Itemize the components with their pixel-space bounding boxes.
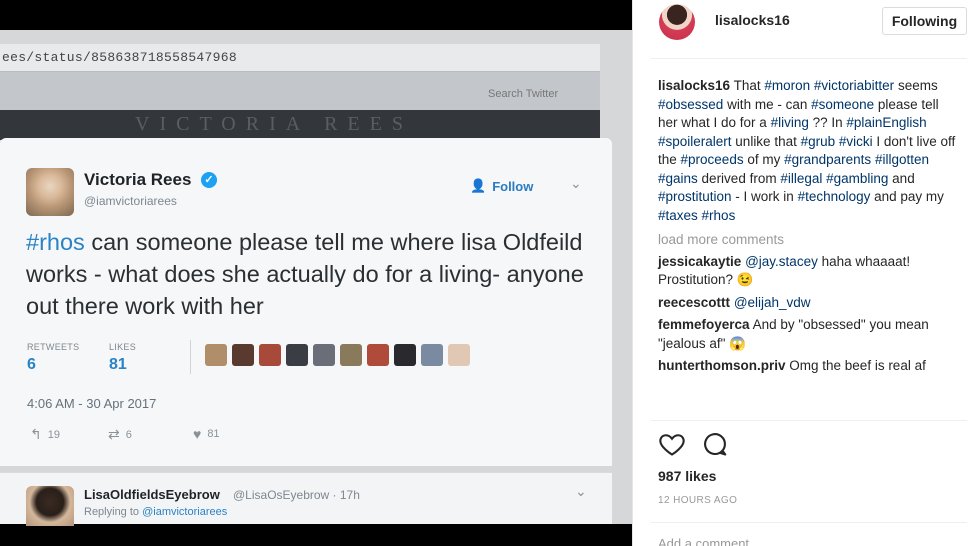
hashtag-link[interactable]: #victoriabitter [814,78,894,93]
comment-username[interactable]: jessicakaytie [658,254,741,269]
liker-avatar [259,344,281,366]
retweet-count: 6 [125,428,132,441]
caption-username[interactable]: lisalocks16 [658,78,730,93]
likes-count: 81 [109,356,127,373]
tweet-hashtag: #rhos [26,229,85,255]
chevron-down-icon: ⌄ [575,483,587,499]
tweet-author-handle: @iamvictoriarees [84,194,177,208]
comment-username[interactable]: reecescottt [658,295,730,310]
comment-item: jessicakaytie @jay.stacey haha whaaaat! … [658,253,960,290]
add-comment-input[interactable]: Add a comment... [658,536,760,546]
banner-text: VICTORIA REES [135,113,413,135]
instagram-panel: lisalocks16 Following lisalocks16 That #… [632,0,970,546]
likes-total[interactable]: 987 likes [658,468,716,484]
hashtag-link[interactable]: #technology [798,189,871,204]
actions-divider [651,420,967,421]
following-button[interactable]: Following [882,7,967,35]
post-caption: lisalocks16 That #moron #victoriabitter … [658,78,956,223]
liker-avatar [286,344,308,366]
follow-label: Follow [492,178,534,194]
hashtag-link[interactable]: #gambling [826,171,888,186]
hashtag-link[interactable]: #obsessed [658,97,723,112]
hashtag-link[interactable]: #spoileralert [658,134,732,149]
comment-divider [651,522,967,523]
replying-prefix: Replying to [84,506,143,518]
tweet-author-name: Victoria Rees [84,170,192,189]
profile-avatar[interactable] [659,4,695,40]
heart-icon: ♥ [193,426,202,442]
comment-username[interactable]: femmefoyerca [658,317,750,332]
reply-action: ↰ 19 [30,426,60,443]
reply-count: 19 [47,428,60,441]
url-text: ees/status/858638718558547968 [2,50,237,65]
retweet-icon: ⇄ [108,426,120,442]
tweet-body: can someone please tell me where lisa Ol… [26,229,584,319]
likers-avatars [205,344,470,366]
comment-bubble-icon[interactable] [701,430,729,458]
hashtag-link[interactable]: #prostitution [658,189,732,204]
tweet-follow-button: 👤 Follow [470,178,533,194]
liker-avatar [367,344,389,366]
browser-url-bar: ees/status/858638718558547968 [0,44,600,72]
comment-username[interactable]: hunterthomson.priv [658,358,786,373]
hashtag-link[interactable]: #taxes [658,208,698,223]
hashtag-link[interactable]: #moron [764,78,810,93]
load-more-comments[interactable]: load more comments [658,231,960,250]
liker-avatar [340,344,362,366]
liker-avatar [421,344,443,366]
profile-username[interactable]: lisalocks16 [715,12,790,28]
reply-author-handle: @LisaOsEyebrow · 17h [233,488,360,502]
comments-list: lisalocks16 That #moron #victoriabitter … [658,77,960,380]
liker-avatar [232,344,254,366]
like-heart-icon[interactable] [658,430,686,458]
post-photo: ees/status/858638718558547968 Search Twi… [0,0,632,546]
like-count: 81 [207,428,220,440]
post-time-ago: 12 HOURS AGO [658,495,738,506]
replying-to-handle: @iamvictoriarees [142,506,228,518]
hashtag-link[interactable]: #vicki [839,134,873,149]
header-divider [651,58,967,59]
replying-to: Replying to @iamvictoriarees [84,506,227,518]
comment-mention[interactable]: @jay.stacey [745,254,818,269]
hashtag-link[interactable]: #proceeds [681,152,744,167]
tweet-text: #rhos can someone please tell me where l… [26,226,596,322]
tweet-timestamp: 4:06 AM - 30 Apr 2017 [27,396,157,411]
verified-badge-icon: ✓ [201,172,217,188]
liker-avatar [205,344,227,366]
hashtag-link[interactable]: #illgotten [875,152,929,167]
reply-icon: ↰ [30,426,42,442]
screenshot: ees/status/858638718558547968 Search Twi… [0,0,970,546]
reply-author-name: LisaOldfieldsEyebrow [84,487,220,502]
likes-label: LIKES [109,342,137,352]
comment-item: femmefoyerca And by "obsessed" you mean … [658,316,960,353]
add-user-icon: 👤 [470,178,487,193]
reply-avatar [26,486,74,526]
retweet-action: ⇄ 6 [108,426,132,443]
retweets-count: 6 [27,356,36,373]
hashtag-link[interactable]: #rhos [702,208,736,223]
hashtag-link[interactable]: #living [771,115,809,130]
hashtag-link[interactable]: #someone [811,97,874,112]
tweet-author-avatar [26,168,74,216]
hashtag-link[interactable]: #plainEnglish [846,115,926,130]
search-twitter-label: Search Twitter [488,88,559,100]
liker-avatar [313,344,335,366]
comment-mention[interactable]: @elijah_vdw [734,295,811,310]
hashtag-link[interactable]: #illegal [780,171,822,186]
stats-divider [190,340,191,374]
hashtag-link[interactable]: #grub [801,134,836,149]
like-action: ♥ 81 [193,426,220,442]
hashtag-link[interactable]: #grandparents [784,152,871,167]
hashtag-link[interactable]: #gains [658,171,698,186]
comment-item: reecescottt @elijah_vdw [658,294,960,313]
liker-avatar [394,344,416,366]
liker-avatar [448,344,470,366]
retweets-label: RETWEETS [27,342,80,352]
comment-text: Omg the beef is real af [789,358,926,373]
comment-item: hunterthomson.priv Omg the beef is real … [658,357,960,376]
chevron-down-icon: ⌄ [570,175,582,191]
